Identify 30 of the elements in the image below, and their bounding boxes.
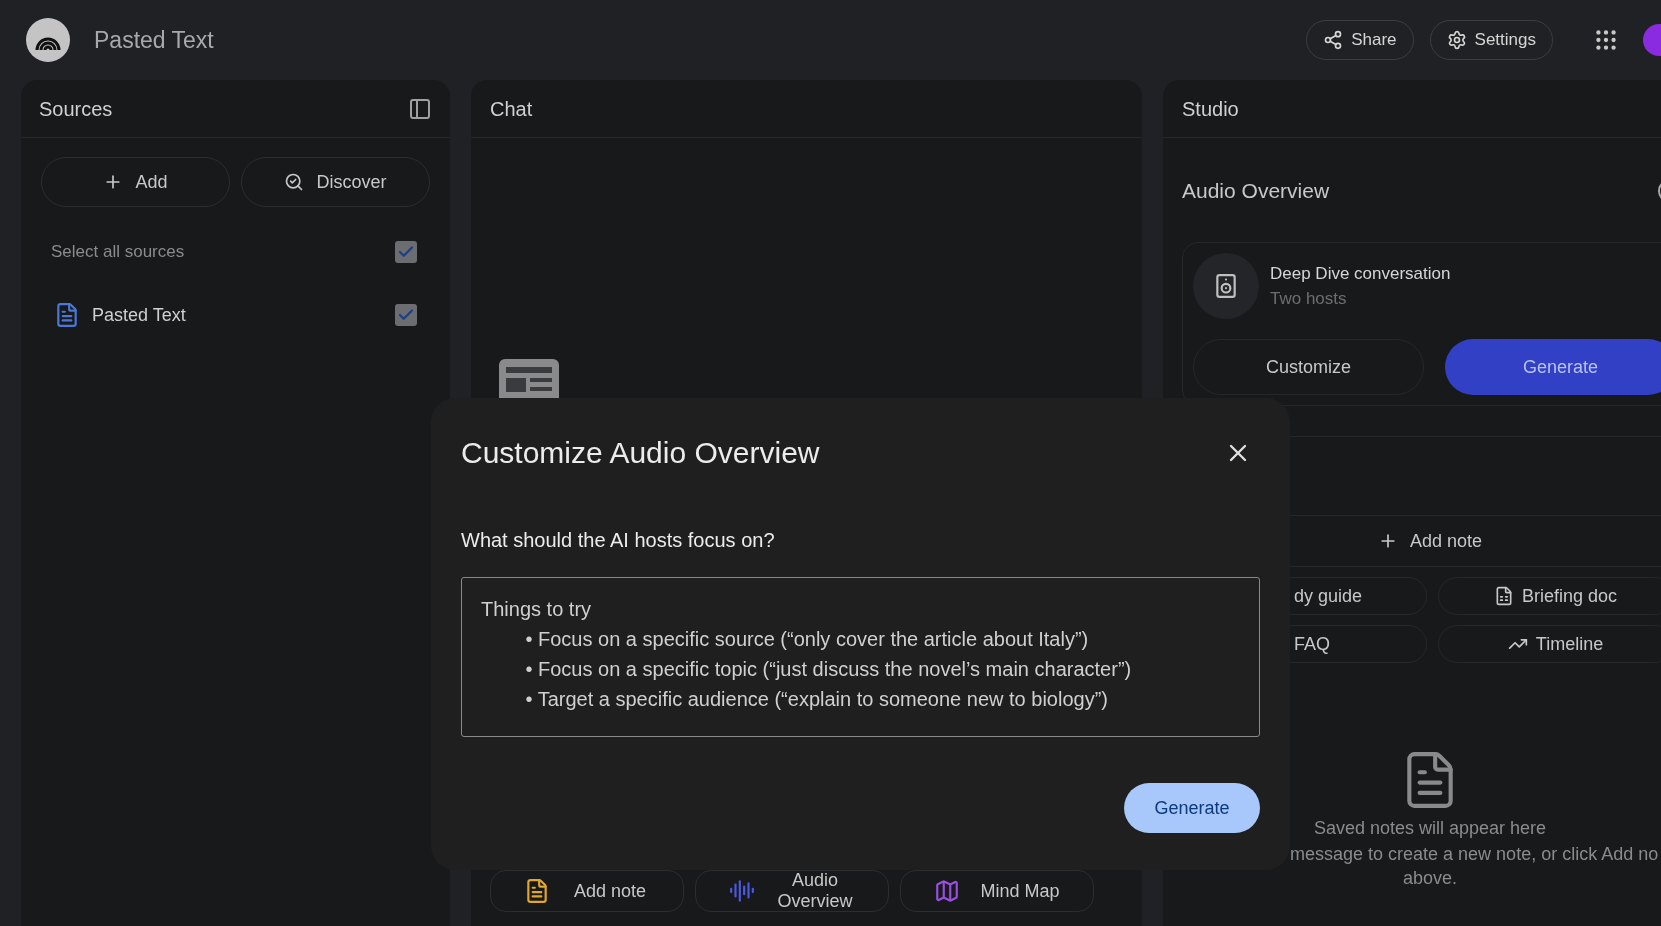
dialog-question: What should the AI hosts focus on?	[461, 528, 776, 553]
generate-button[interactable]: Generate	[1124, 783, 1260, 833]
apps-grid-icon[interactable]	[1593, 27, 1619, 53]
note-icon	[524, 878, 550, 904]
empty-notes-title: Saved notes will appear here	[1313, 817, 1547, 840]
checkbox[interactable]	[395, 240, 417, 263]
card-title: Deep Dive conversation	[1270, 262, 1451, 285]
panel-title: Sources	[39, 96, 113, 122]
source-title[interactable]: Pasted Text	[92, 301, 186, 329]
panel-title: Studio	[1182, 96, 1239, 122]
discover-source-button[interactable]: Discover	[241, 157, 430, 207]
map-icon	[934, 878, 960, 904]
notebook-title: Pasted Text	[94, 25, 214, 55]
checkbox[interactable]	[395, 304, 417, 326]
dialog-title: Customize Audio Overview	[461, 435, 820, 471]
section-title: Audio Overview	[1182, 178, 1330, 205]
logo-icon	[26, 18, 70, 62]
share-icon	[1323, 30, 1344, 50]
settings-icon	[1446, 30, 1467, 50]
panel-title: Chat	[490, 96, 533, 122]
card-subtitle: Two hosts	[1270, 288, 1348, 310]
audio-wave-icon	[729, 878, 755, 904]
panel-toggle-icon[interactable]	[408, 96, 432, 121]
add-source-button[interactable]: Add	[41, 157, 230, 207]
select-all-label: Select all sources	[51, 241, 185, 263]
generate-button[interactable]: Generate	[1445, 339, 1661, 395]
focus-input-field[interactable]: Things to try • Focus on a specific source (“only cover the article about Italy”) • Focus on a specific topic (“just discuss the novel’s main character”) • Target a specific audience (“explain to someone new to biology”)	[461, 577, 1260, 737]
document-icon	[54, 302, 80, 328]
empty-notes-text: message to create a new note, or click Add no	[1290, 843, 1659, 866]
empty-notes-text: above.	[1402, 867, 1457, 890]
